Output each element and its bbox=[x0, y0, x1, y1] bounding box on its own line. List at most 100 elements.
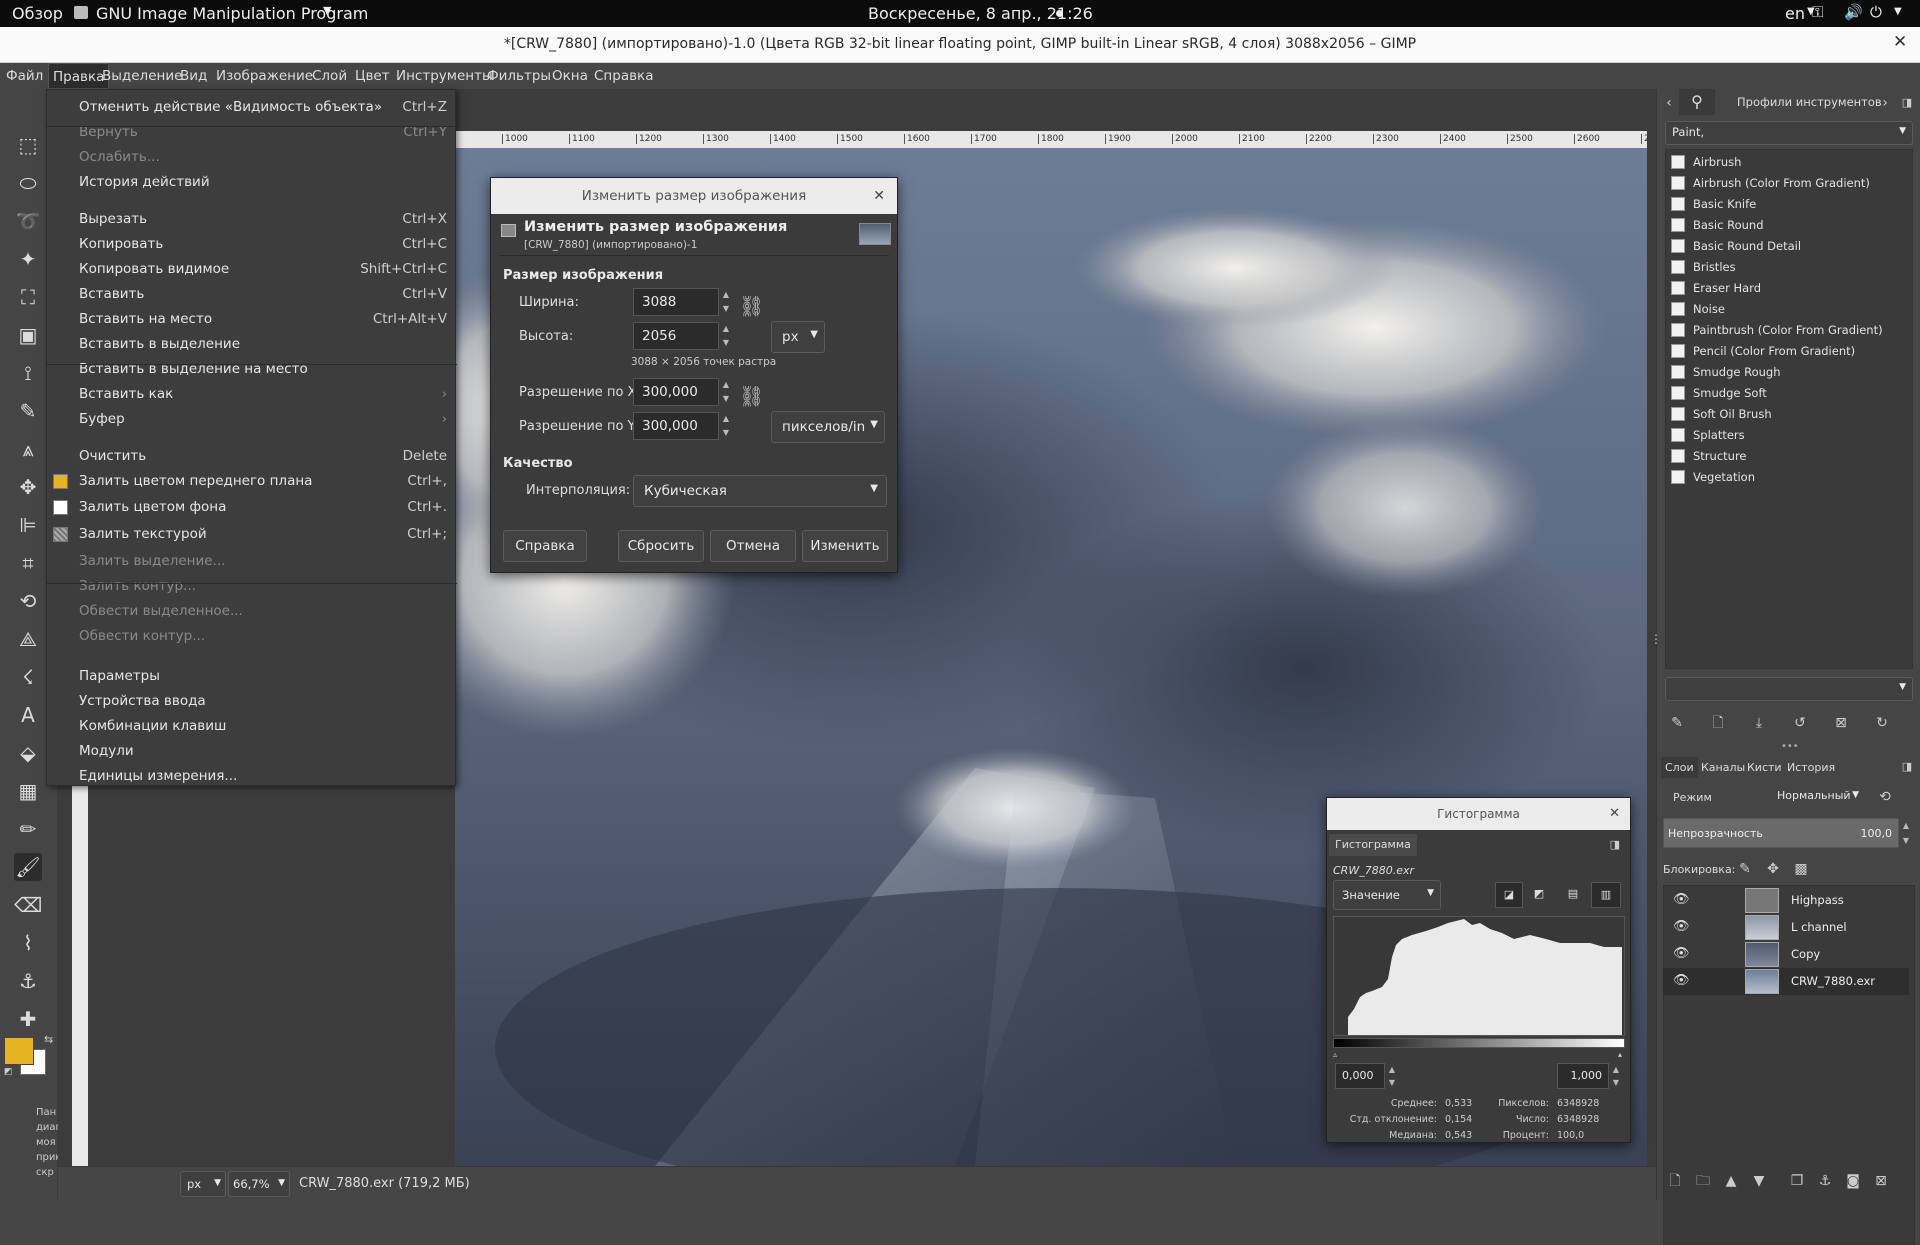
dock-separator-grip[interactable]: ••• bbox=[1781, 741, 1799, 752]
clone-icon[interactable]: ⚓ bbox=[14, 967, 42, 995]
preset-list-item[interactable]: Bristles bbox=[1669, 257, 1909, 278]
menu-file[interactable]: Файл bbox=[6, 68, 43, 84]
rect-select-icon[interactable]: ⬚ bbox=[14, 131, 42, 159]
measure-icon[interactable]: ⩓ bbox=[14, 435, 42, 463]
menu-filters[interactable]: Фильтры bbox=[487, 68, 551, 84]
ellipse-select-icon[interactable]: ⬭ bbox=[14, 169, 42, 197]
layer-mode-select[interactable]: Нормальный ▼ bbox=[1773, 785, 1861, 809]
edit-menu-item[interactable]: Вставить на место Ctrl+Alt+V bbox=[47, 307, 457, 331]
foreground-select-icon[interactable]: ⛶ bbox=[14, 283, 42, 311]
yres-input[interactable]: 300,000 bbox=[633, 412, 719, 440]
visibility-eye-icon[interactable]: 👁 bbox=[1673, 973, 1691, 989]
cage-transform-icon[interactable]: ⟁ bbox=[14, 625, 42, 653]
opacity-spinner[interactable]: ▲ ▼ bbox=[1899, 818, 1913, 848]
edit-menu-item[interactable]: Копировать Ctrl+C bbox=[47, 232, 457, 256]
tab-layers[interactable]: Слои bbox=[1661, 757, 1698, 778]
lasso-icon[interactable]: ➰ bbox=[14, 207, 42, 235]
preset-list-item[interactable]: Basic Round bbox=[1669, 215, 1909, 236]
new-layer-icon[interactable]: 🗋 bbox=[1665, 1171, 1685, 1191]
preset-list-item[interactable]: Paintbrush (Color From Gradient) bbox=[1669, 320, 1909, 341]
swap-colors-icon[interactable]: ⇆ bbox=[44, 1033, 53, 1046]
lock-pixels-icon[interactable]: ✎ bbox=[1735, 859, 1755, 879]
xres-spinner[interactable]: ▲ ▼ bbox=[719, 378, 733, 406]
unified-transform-icon[interactable]: ⟲ bbox=[14, 587, 42, 615]
menu-image[interactable]: Изображение bbox=[216, 68, 313, 84]
range-high-spinner[interactable]: ▲ ▼ bbox=[1609, 1063, 1623, 1089]
preset-list-item[interactable]: Soft Oil Brush bbox=[1669, 404, 1909, 425]
dock-resize-grip[interactable]: ⋮ bbox=[1650, 632, 1662, 646]
histogram-close-icon[interactable]: ✕ bbox=[1609, 798, 1620, 830]
edit-menu-item[interactable]: Единицы измерения... bbox=[47, 764, 457, 788]
histogram-title-bar[interactable]: Гистограмма ✕ bbox=[1327, 798, 1630, 830]
cancel-button[interactable]: Отмена bbox=[710, 530, 796, 562]
warp-icon[interactable]: ☇ bbox=[14, 663, 42, 691]
align-icon[interactable]: ⊫ bbox=[14, 511, 42, 539]
preset-list-item[interactable]: Eraser Hard bbox=[1669, 278, 1909, 299]
edit-menu-item[interactable]: Комбинации клавиш bbox=[47, 714, 457, 738]
bucket-fill-icon[interactable]: ⬙ bbox=[14, 739, 42, 767]
menu-layer[interactable]: Слой bbox=[312, 68, 347, 84]
heal-icon[interactable]: ✚ bbox=[14, 1005, 42, 1033]
range-low-input[interactable]: 0,000 bbox=[1335, 1063, 1385, 1089]
new-layer-group-icon[interactable]: 🗀 bbox=[1693, 1171, 1713, 1191]
histogram-plot[interactable] bbox=[1333, 916, 1625, 1036]
color-picker-icon[interactable]: ✎ bbox=[14, 397, 42, 425]
show-all-channels-icon[interactable]: ▥ bbox=[1591, 882, 1621, 908]
preset-list-item[interactable]: Vegetation bbox=[1669, 467, 1909, 488]
preset-list-item[interactable]: Basic Knife bbox=[1669, 194, 1909, 215]
low-handle-icon[interactable]: ▵ bbox=[1333, 1050, 1337, 1059]
range-high-input[interactable]: 1,000 bbox=[1557, 1063, 1609, 1089]
tab-menu-icon[interactable]: ◨ bbox=[1610, 838, 1620, 851]
tool-presets-tab-icon[interactable]: ⚲ bbox=[1679, 89, 1715, 115]
preset-list-item[interactable]: Noise bbox=[1669, 299, 1909, 320]
menu-tools[interactable]: Инструменты bbox=[396, 68, 493, 84]
mask-layer-icon[interactable]: ◙ bbox=[1843, 1171, 1863, 1191]
xres-input[interactable]: 300,000 bbox=[633, 378, 719, 406]
move-icon[interactable]: ✥ bbox=[14, 473, 42, 501]
crop-icon[interactable]: ⌗ bbox=[14, 549, 42, 577]
chevron-right-icon[interactable]: › bbox=[1875, 93, 1895, 113]
preset-list-item[interactable]: Smudge Rough bbox=[1669, 362, 1909, 383]
reset-button[interactable]: Сбросить bbox=[618, 530, 704, 562]
menu-edit[interactable]: Правка bbox=[48, 63, 110, 89]
eraser-icon[interactable]: ⌫ bbox=[14, 891, 42, 919]
edit-menu-item[interactable]: Модули bbox=[47, 739, 457, 763]
log-histogram-icon[interactable]: ◩ bbox=[1525, 882, 1553, 908]
activities-button[interactable]: Обзор bbox=[12, 4, 63, 23]
high-handle-icon[interactable]: ▴ bbox=[1618, 1050, 1622, 1059]
interpolation-select[interactable]: Кубическая ▼ bbox=[633, 475, 887, 507]
resolution-unit-select[interactable]: пикселов/in ▼ bbox=[771, 411, 885, 443]
lower-layer-icon[interactable]: ▼ bbox=[1749, 1171, 1769, 1191]
edit-menu-item[interactable]: Залить цветом фона Ctrl+. bbox=[47, 495, 457, 519]
fuzzy-select-icon[interactable]: ✦ bbox=[14, 245, 42, 273]
menu-help[interactable]: Справка bbox=[594, 68, 653, 84]
dialog-close-icon[interactable]: ✕ bbox=[873, 178, 885, 214]
edit-menu-item[interactable]: Вырезать Ctrl+X bbox=[47, 207, 457, 231]
lock-alpha-icon[interactable]: ▩ bbox=[1791, 859, 1811, 879]
height-input[interactable]: 2056 bbox=[633, 322, 719, 350]
chevron-left-icon[interactable]: ‹ bbox=[1659, 93, 1679, 113]
horizontal-ruler[interactable]: 1000 1100 1200 1300 1400 1500 1600 1700 1800 1900… bbox=[455, 131, 1647, 148]
preset-tag-select[interactable]: ▼ bbox=[1665, 677, 1913, 701]
height-spinner[interactable]: ▲ ▼ bbox=[719, 322, 733, 350]
range-low-spinner[interactable]: ▲ ▼ bbox=[1385, 1063, 1399, 1089]
edit-menu-item[interactable]: Вставить как › bbox=[47, 382, 457, 406]
dialog-title-bar[interactable]: Изменить размер изображения ✕ bbox=[491, 178, 897, 214]
tab-channels[interactable]: Каналы bbox=[1701, 761, 1745, 774]
layer-row[interactable]: 👁 L channel bbox=[1663, 914, 1909, 941]
network-icon[interactable]: ⚿ bbox=[1812, 3, 1823, 21]
menu-select[interactable]: Выделение bbox=[102, 68, 182, 84]
pencil-icon[interactable]: ✏ bbox=[14, 815, 42, 843]
anchor-layer-icon[interactable]: ⚓ bbox=[1815, 1171, 1835, 1191]
new-preset-icon[interactable]: 🗋 bbox=[1708, 713, 1728, 733]
default-colors-icon[interactable]: ◩ bbox=[4, 1067, 13, 1077]
yres-spinner[interactable]: ▲ ▼ bbox=[719, 412, 733, 440]
edit-menu-item[interactable]: Параметры bbox=[47, 664, 457, 688]
refresh-presets-icon[interactable]: ↻ bbox=[1872, 713, 1892, 733]
paintbrush-icon[interactable]: 🖌 bbox=[14, 853, 42, 881]
airbrush-icon[interactable]: ⌇ bbox=[14, 929, 42, 957]
edit-menu-item[interactable]: Очистить Delete bbox=[47, 444, 457, 468]
edit-menu-item[interactable]: Залить цветом переднего плана Ctrl+, bbox=[47, 469, 457, 493]
edit-menu-item[interactable]: История действий bbox=[47, 170, 457, 194]
visibility-eye-icon[interactable]: 👁 bbox=[1673, 892, 1691, 908]
